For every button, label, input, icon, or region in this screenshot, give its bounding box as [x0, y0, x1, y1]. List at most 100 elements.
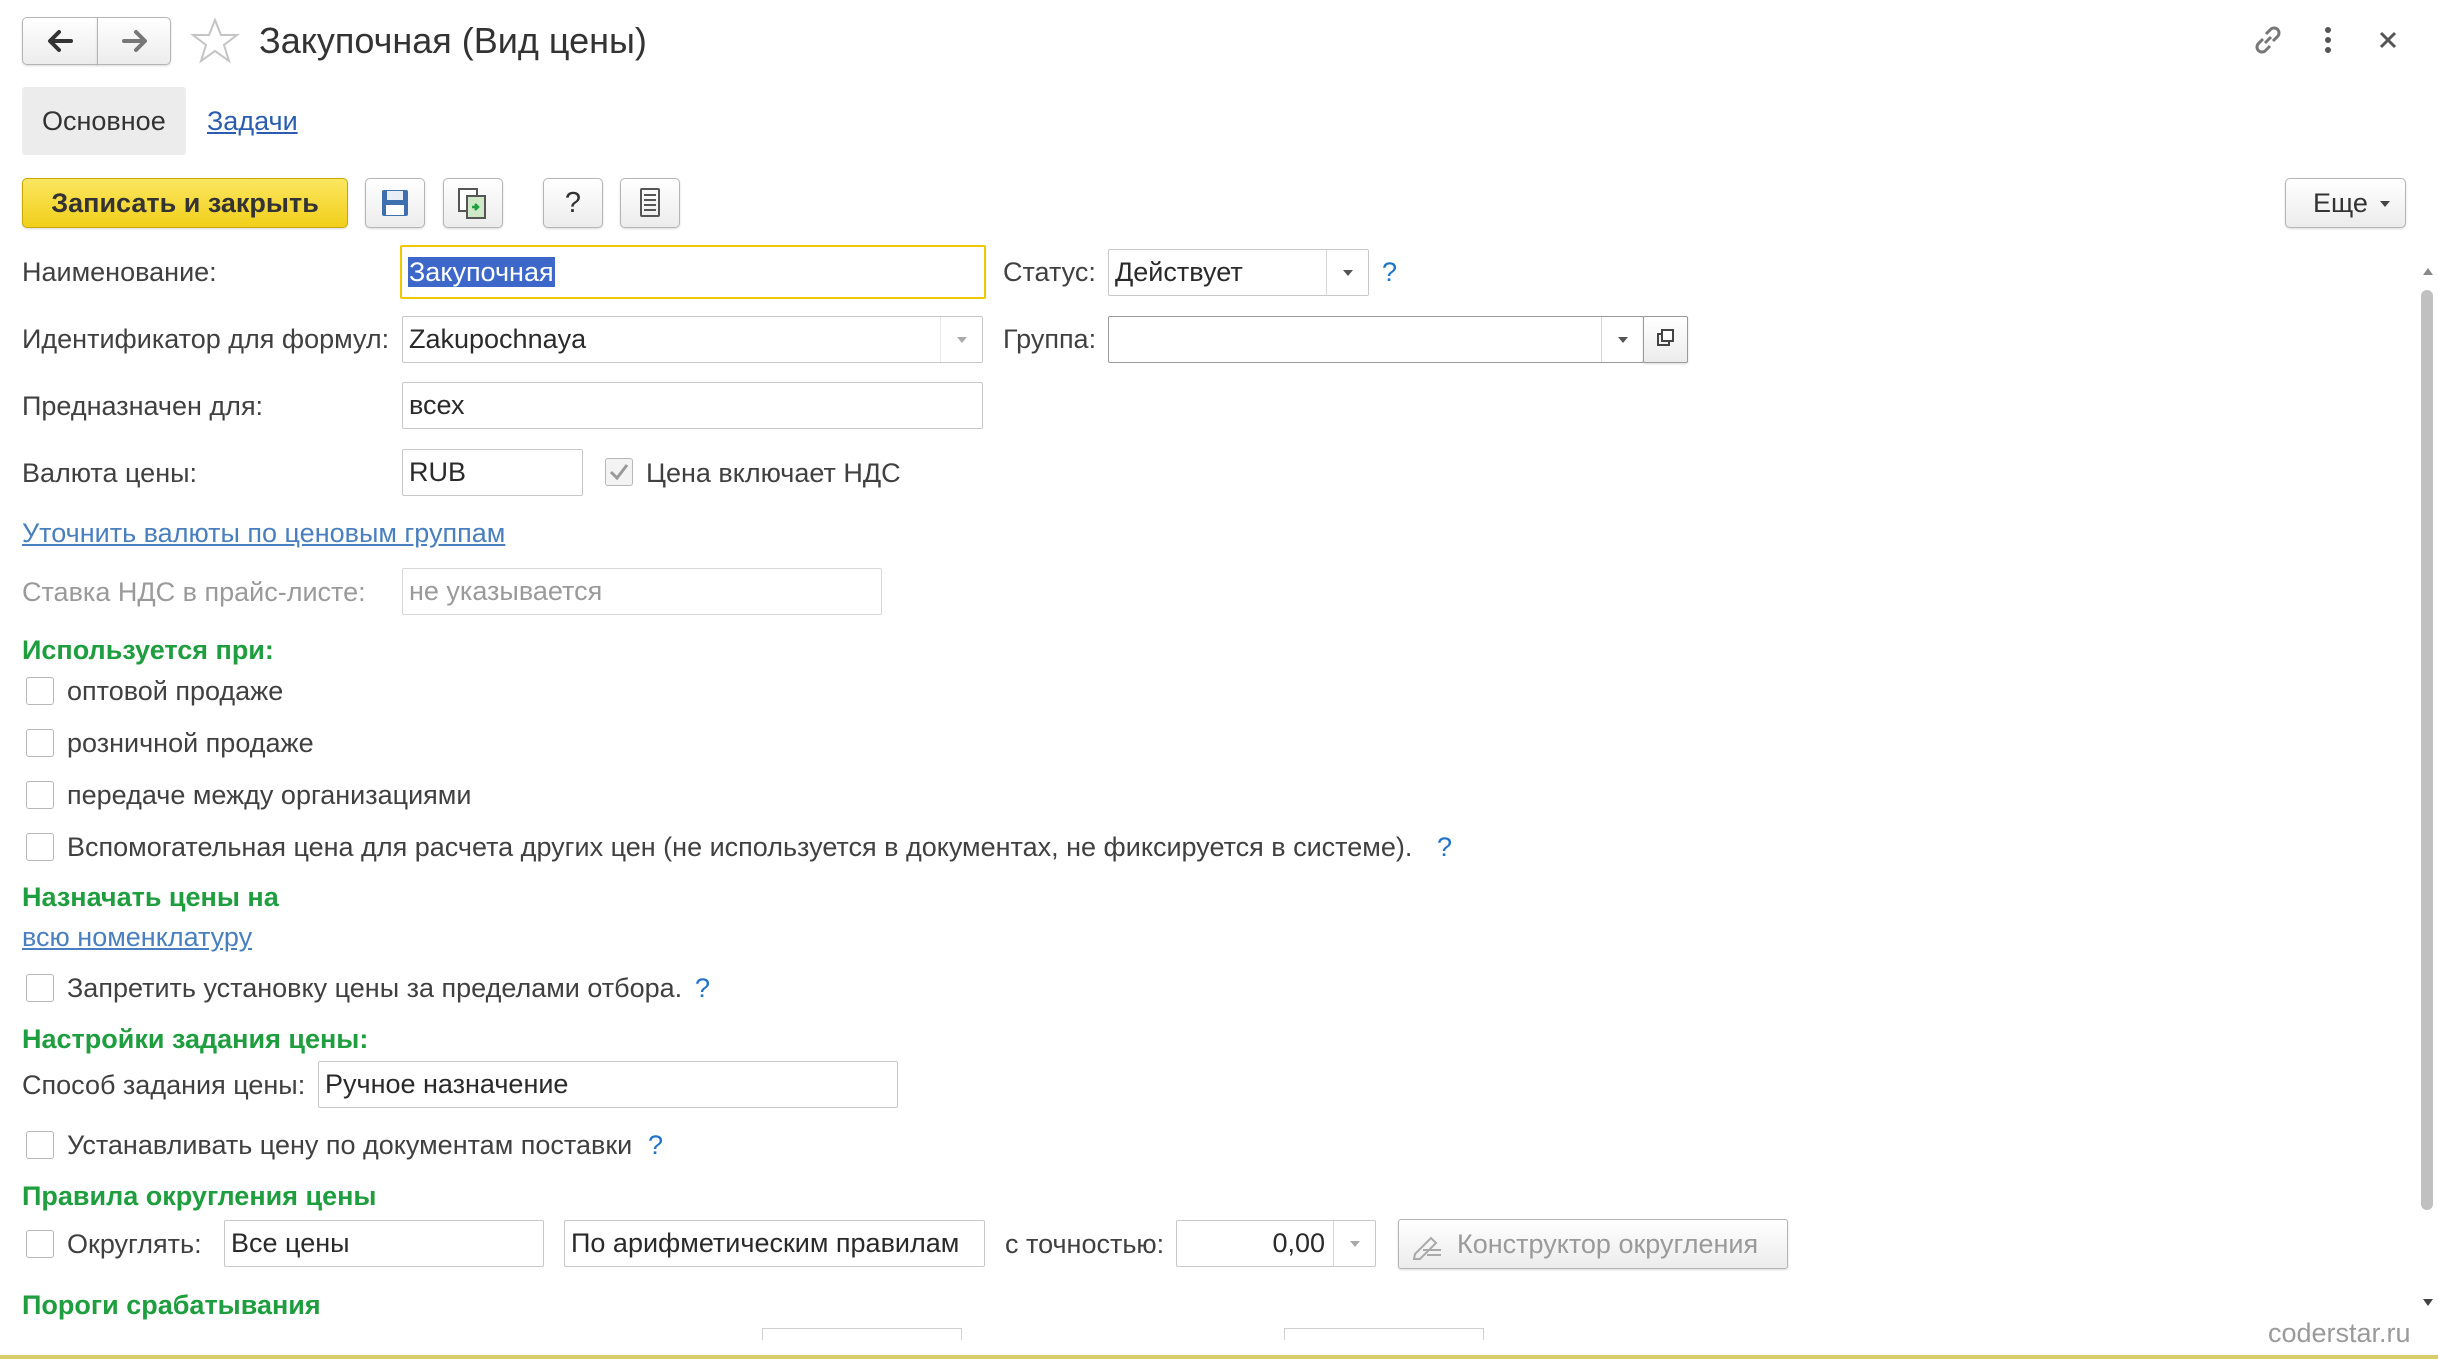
precision-label: с точностью: — [1005, 1229, 1165, 1259]
intended-label: Предназначен для: — [22, 391, 264, 421]
forward-button[interactable] — [97, 17, 171, 65]
forbid-outside-filter-checkbox[interactable] — [26, 974, 54, 1002]
assign-heading: Назначать цены на — [22, 882, 279, 912]
set-by-supply-docs-checkbox[interactable] — [26, 1131, 54, 1159]
vat-included-checkbox[interactable] — [605, 458, 633, 486]
document-copy-icon — [458, 188, 486, 219]
currency-value: RUB — [409, 457, 467, 487]
round-rule-value: По арифметическим правилам — [571, 1228, 960, 1258]
vat-rate-value: не указывается — [409, 576, 603, 606]
wholesale-label: оптовой продаже — [67, 676, 284, 706]
precision-value: 0,00 — [1272, 1228, 1325, 1258]
scrollbar[interactable] — [2418, 262, 2436, 1312]
intended-input[interactable]: всех — [402, 382, 983, 429]
help-button-label: ? — [564, 187, 582, 219]
list-document-icon — [640, 188, 660, 217]
close-icon[interactable] — [2372, 22, 2404, 58]
threshold-field-2[interactable] — [1284, 1328, 1484, 1340]
price-method-input[interactable]: Ручное назначение — [318, 1061, 898, 1108]
price-method-label: Способ задания цены: — [22, 1070, 306, 1100]
rounding-heading: Правила округления цены — [22, 1181, 377, 1211]
formula-id-input[interactable]: Zakupochnaya — [402, 316, 983, 363]
scroll-up-icon[interactable] — [2423, 268, 2433, 275]
tab-main[interactable]: Основное — [22, 87, 186, 155]
price-settings-heading: Настройки задания цены: — [22, 1024, 369, 1054]
arrow-left-icon — [48, 30, 73, 52]
favorite-star-icon[interactable] — [190, 17, 240, 65]
group-select[interactable] — [1108, 316, 1644, 363]
auxiliary-price-checkbox[interactable] — [26, 833, 54, 861]
save-and-close-button[interactable]: Записать и закрыть — [22, 178, 348, 228]
round-checkbox[interactable] — [26, 1230, 54, 1258]
checkmark-icon — [609, 464, 629, 481]
wholesale-checkbox[interactable] — [26, 677, 54, 705]
currency-label: Валюта цены: — [22, 458, 198, 488]
back-button[interactable] — [22, 17, 98, 65]
auxiliary-price-help-icon[interactable]: ? — [1437, 830, 1452, 864]
rounding-constructor-button[interactable]: Конструктор округления — [1398, 1219, 1788, 1269]
name-input-value: Закупочная — [408, 257, 555, 287]
floppy-disk-icon — [382, 190, 408, 216]
window-title: Закупочная (Вид цены) — [259, 20, 647, 61]
round-label: Округлять: — [67, 1229, 202, 1259]
formula-id-label: Идентификатор для формул: — [22, 324, 390, 354]
save-button[interactable] — [365, 178, 425, 228]
set-by-supply-docs-label: Устанавливать цену по документам поставк… — [67, 1130, 633, 1160]
bottom-border — [0, 1355, 2438, 1359]
more-button-label: Еще — [2313, 188, 2368, 218]
auxiliary-price-label: Вспомогательная цена для расчета других … — [67, 832, 1413, 862]
refine-currency-link[interactable]: Уточнить валюты по ценовым группам — [22, 516, 505, 550]
watermark: coderstar.ru — [2268, 1318, 2411, 1348]
scrollbar-thumb[interactable] — [2421, 290, 2433, 1210]
tab-tasks[interactable]: Задачи — [207, 104, 298, 138]
intercompany-checkbox[interactable] — [26, 781, 54, 809]
arrow-right-icon — [122, 30, 147, 52]
precision-dropdown-icon[interactable] — [1333, 1221, 1375, 1266]
vat-rate-label: Ставка НДС в прайс-листе: — [22, 577, 366, 607]
all-items-link[interactable]: всю номенклатуру — [22, 920, 252, 954]
more-vertical-icon[interactable] — [2314, 22, 2342, 58]
retail-label: розничной продаже — [67, 728, 314, 758]
formula-id-dropdown-icon[interactable] — [940, 317, 982, 362]
precision-select[interactable]: 0,00 — [1176, 1220, 1376, 1267]
round-scope-value: Все цены — [231, 1228, 350, 1258]
name-label: Наименование: — [22, 257, 217, 287]
pencil-tag-icon — [1412, 1236, 1441, 1260]
set-by-supply-docs-help-icon[interactable]: ? — [648, 1128, 663, 1162]
status-dropdown-icon[interactable] — [1326, 250, 1368, 295]
link-icon[interactable] — [2250, 22, 2286, 58]
group-dropdown-icon[interactable] — [1601, 317, 1643, 362]
forbid-outside-filter-label: Запретить установку цены за пределами от… — [67, 973, 683, 1003]
intercompany-label: передаче между организациями — [67, 780, 472, 810]
status-select[interactable]: Действует — [1108, 249, 1369, 296]
status-help-icon[interactable]: ? — [1382, 255, 1397, 289]
thresholds-heading: Пороги срабатывания — [22, 1290, 321, 1320]
more-button[interactable]: Еще — [2285, 178, 2406, 228]
open-window-icon — [1657, 329, 1674, 346]
round-rule-input[interactable]: По арифметическим правилам — [564, 1220, 985, 1267]
intended-value: всех — [409, 390, 465, 420]
rounding-constructor-label: Конструктор округления — [1457, 1229, 1759, 1259]
formula-id-value: Zakupochnaya — [409, 324, 587, 354]
post-document-button[interactable] — [443, 178, 503, 228]
round-scope-input[interactable]: Все цены — [224, 1220, 544, 1267]
vat-rate-input[interactable]: не указывается — [402, 568, 882, 615]
retail-checkbox[interactable] — [26, 729, 54, 757]
price-method-value: Ручное назначение — [325, 1069, 569, 1099]
help-button[interactable]: ? — [543, 178, 603, 228]
currency-input[interactable]: RUB — [402, 449, 583, 496]
vat-included-label: Цена включает НДС — [646, 458, 901, 488]
report-button[interactable] — [620, 178, 680, 228]
threshold-field-1[interactable] — [762, 1328, 962, 1340]
status-label: Статус: — [1003, 257, 1096, 287]
status-value: Действует — [1115, 257, 1243, 287]
chevron-down-icon — [2380, 201, 2390, 207]
save-and-close-label: Записать и закрыть — [51, 188, 319, 218]
tab-main-label: Основное — [42, 106, 166, 136]
forbid-outside-filter-help-icon[interactable]: ? — [695, 971, 710, 1005]
scroll-down-icon[interactable] — [2423, 1299, 2433, 1306]
group-open-button[interactable] — [1643, 316, 1688, 363]
name-input[interactable]: Закупочная — [400, 245, 986, 299]
group-label: Группа: — [1003, 324, 1097, 354]
used-in-heading: Используется при: — [22, 635, 274, 665]
